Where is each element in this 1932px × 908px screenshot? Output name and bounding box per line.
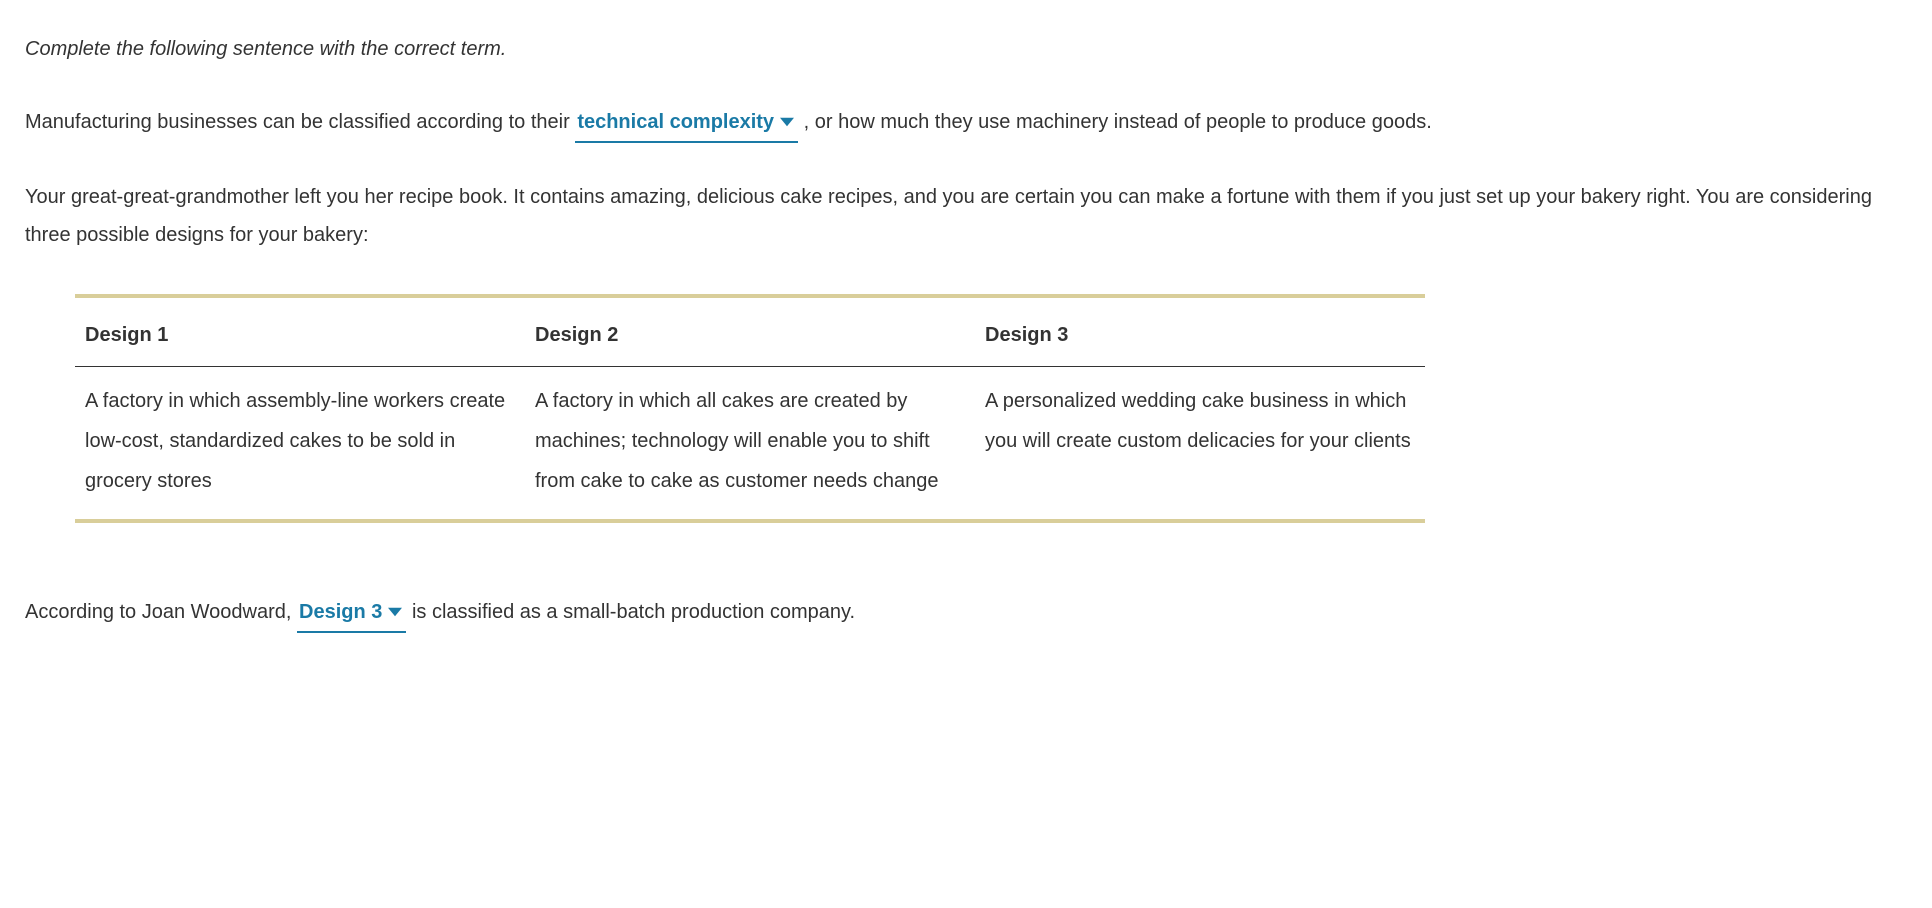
col-header-design-3: Design 3: [975, 298, 1425, 367]
table-header-row: Design 1 Design 2 Design 3: [75, 298, 1425, 367]
chevron-down-icon: [780, 115, 794, 129]
sentence1-after: , or how much they use machinery instead…: [804, 111, 1432, 133]
table-row: A factory in which assembly-line workers…: [75, 367, 1425, 520]
dropdown-value: technical complexity: [577, 103, 774, 141]
dropdown-design-choice[interactable]: Design 3: [297, 593, 406, 633]
cell-design-2: A factory in which all cakes are created…: [525, 367, 975, 520]
instruction-text: Complete the following sentence with the…: [25, 30, 1907, 68]
cell-design-1: A factory in which assembly-line workers…: [75, 367, 525, 520]
designs-table-wrap: Design 1 Design 2 Design 3 A factory in …: [75, 294, 1425, 523]
sentence2-before: According to Joan Woodward,: [25, 601, 297, 623]
col-header-design-2: Design 2: [525, 298, 975, 367]
question-sentence-1: Manufacturing businesses can be classifi…: [25, 103, 1907, 143]
chevron-down-icon: [388, 605, 402, 619]
designs-table: Design 1 Design 2 Design 3 A factory in …: [75, 298, 1425, 519]
col-header-design-1: Design 1: [75, 298, 525, 367]
table-bottom-bar: [75, 519, 1425, 523]
sentence2-after: is classified as a small-batch productio…: [412, 601, 855, 623]
question-sentence-2: According to Joan Woodward, Design 3 is …: [25, 593, 1907, 633]
scenario-text: Your great-great-grandmother left you he…: [25, 178, 1907, 254]
sentence1-before: Manufacturing businesses can be classifi…: [25, 111, 575, 133]
cell-design-3: A personalized wedding cake business in …: [975, 367, 1425, 520]
dropdown-value: Design 3: [299, 593, 382, 631]
dropdown-technical-complexity[interactable]: technical complexity: [575, 103, 798, 143]
